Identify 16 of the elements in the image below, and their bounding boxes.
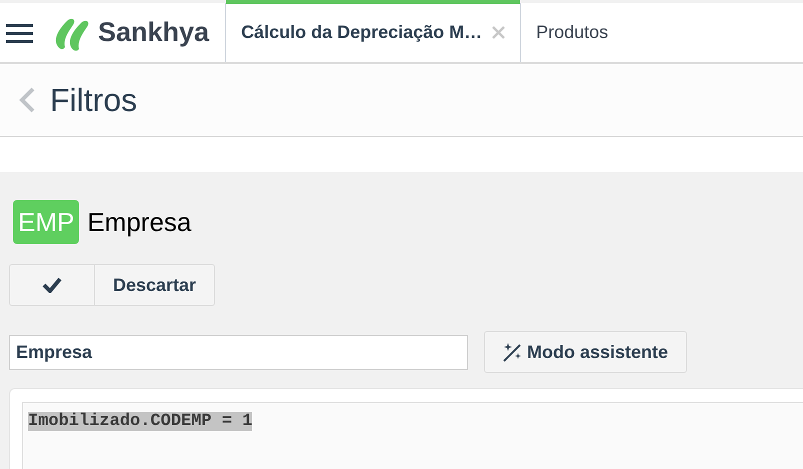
tab[interactable]: Produtos (520, 3, 624, 62)
tab-label: Produtos (536, 21, 608, 44)
check-icon (42, 277, 62, 293)
assistant-mode-button[interactable]: Modo assistente (484, 331, 688, 373)
entity-badge: EMP (13, 200, 80, 244)
magic-wand-icon (503, 342, 523, 362)
filter-expression: Imobilizado.CODEMP = 1 (28, 412, 252, 431)
logo-text: Sankhya (98, 16, 210, 50)
name-field[interactable]: Empresa (9, 334, 468, 370)
entity-name: Empresa (87, 206, 192, 238)
discard-button[interactable]: Descartar (95, 264, 216, 306)
tab[interactable]: Cálculo da Depreciação M… (225, 3, 520, 62)
menu-icon[interactable] (6, 22, 33, 42)
page-title: Filtros (50, 81, 138, 120)
confirm-button[interactable] (9, 264, 95, 306)
tab-label: Cálculo da Depreciação M… (241, 21, 482, 44)
